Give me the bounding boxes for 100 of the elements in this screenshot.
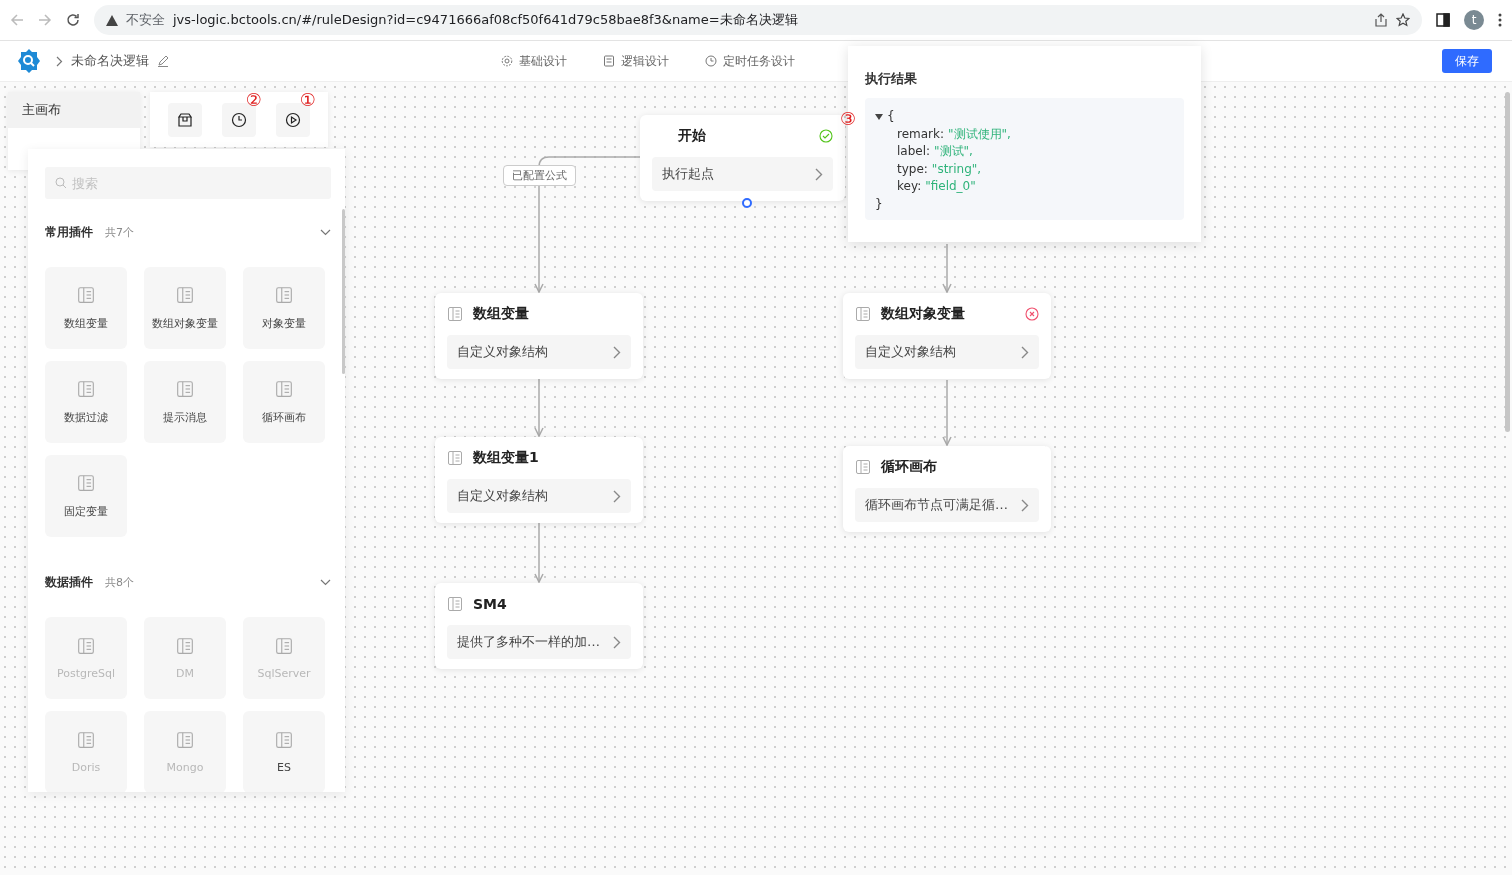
json-brace: } (875, 195, 883, 213)
json-key: key: (897, 178, 922, 196)
chevron-down-icon[interactable] (320, 228, 331, 236)
panel-icon (176, 285, 194, 304)
json-brace: { (887, 108, 895, 125)
chevron-right-icon (613, 635, 621, 649)
chevron-right-icon (1021, 498, 1029, 512)
save-button[interactable]: 保存 (1442, 49, 1492, 73)
canvas-tab[interactable]: 主画布 (8, 92, 140, 128)
annotation-marker: ① (299, 90, 316, 109)
sidebar-icon[interactable] (1436, 13, 1450, 27)
json-key: remark: (897, 125, 945, 143)
json-value: "field_0" (925, 178, 976, 195)
plugin-item[interactable]: 固定变量 (45, 455, 127, 537)
document-icon (603, 55, 615, 67)
box-icon (177, 111, 193, 128)
panel-icon (176, 636, 194, 655)
plugin-item[interactable]: 数组变量 (45, 267, 127, 349)
chevron-right-icon (613, 345, 621, 359)
address-bar[interactable]: 不安全 jvs-logic.bctools.cn/#/ruleDesign?id=c9471666af08cf50f641d79c58bae8f3&name=未命名决逻辑 (94, 5, 1422, 35)
connector-arrow (942, 379, 952, 447)
panel-icon (855, 306, 871, 322)
share-icon[interactable] (1374, 13, 1388, 27)
play-icon (285, 111, 301, 128)
popup-title: 执行结果 (865, 70, 918, 88)
node-detail-row[interactable]: 执行起点 (652, 157, 833, 191)
panel-icon (275, 730, 293, 749)
clock-icon (705, 55, 717, 67)
security-label: 不安全 (126, 11, 165, 29)
connection-port[interactable] (742, 198, 752, 208)
star-icon[interactable] (1396, 13, 1410, 27)
panel-icon (447, 306, 463, 322)
panel-icon (275, 636, 293, 655)
panel-icon (176, 379, 194, 398)
node-title: SM4 (473, 596, 508, 612)
design-tab[interactable]: 定时任务设计 (705, 52, 795, 70)
chevron-right-icon (815, 167, 823, 181)
app-logo[interactable] (16, 48, 42, 74)
panel-icon (77, 379, 95, 398)
flow-node[interactable]: SM4 提供了多种不一样的加… (435, 583, 643, 669)
plugin-item[interactable]: ES (243, 711, 325, 792)
design-tab[interactable]: 基础设计 (501, 52, 567, 70)
annotation-marker: ② (245, 90, 262, 109)
node-title: 数组变量1 (473, 449, 540, 467)
panel-icon (77, 730, 95, 749)
search-icon (55, 177, 67, 189)
panel-icon (447, 596, 463, 612)
breadcrumb-chevron-icon (56, 55, 63, 67)
plugin-item[interactable]: 循环画布 (243, 361, 325, 443)
chevron-right-icon (613, 489, 621, 503)
edge-label: 已配置公式 (503, 165, 576, 186)
json-key: type: (897, 160, 928, 178)
node-title: 数组对象变量 (881, 305, 966, 323)
group-count: 共8个 (105, 574, 135, 590)
panel-icon (176, 730, 194, 749)
json-key: label: (897, 143, 931, 161)
warning-icon (106, 14, 118, 26)
connector-arrow (942, 243, 952, 294)
gear-icon (501, 55, 513, 67)
plugin-item[interactable]: 数组对象变量 (144, 267, 226, 349)
flow-node[interactable]: 数组变量 自定义对象结构 (435, 293, 643, 379)
logic-title: 未命名决逻辑 (71, 52, 149, 70)
flow-node[interactable]: 数组变量1 自定义对象结构 (435, 437, 643, 523)
panel-icon (275, 379, 293, 398)
url-text: jvs-logic.bctools.cn/#/ruleDesign?id=c9471666af08cf50f641d79c58bae8f3&name=未命名决逻辑 (173, 11, 798, 29)
profile-avatar[interactable]: t (1464, 10, 1484, 30)
flow-node[interactable]: 数组对象变量 自定义对象结构 (843, 293, 1051, 379)
json-value: "测试使用", (948, 125, 1011, 143)
collapse-caret-icon[interactable] (875, 113, 883, 120)
panel-icon (77, 285, 95, 304)
group-title: 常用插件 (45, 223, 93, 241)
clock-icon (231, 111, 247, 128)
panel-icon (275, 285, 293, 304)
panel-icon (447, 450, 463, 466)
node-detail-row[interactable]: 自定义对象结构 (855, 335, 1039, 369)
connector-arrow (534, 522, 544, 584)
plugin-item[interactable]: 对象变量 (243, 267, 325, 349)
chevron-down-icon[interactable] (320, 578, 331, 586)
edit-icon[interactable] (157, 55, 169, 67)
node-detail-row[interactable]: 提供了多种不一样的加… (447, 625, 631, 659)
plugin-item[interactable]: 数据过滤 (45, 361, 127, 443)
design-tab[interactable]: 逻辑设计 (603, 52, 669, 70)
flow-node[interactable]: 循环画布 循环画布节点可满足循… (843, 446, 1051, 532)
more-icon[interactable] (1498, 13, 1502, 27)
reload-icon[interactable] (66, 13, 80, 27)
node-title: 开始 (678, 127, 707, 145)
node-title: 数组变量 (473, 305, 530, 323)
chevron-right-icon (1021, 345, 1029, 359)
node-detail-row[interactable]: 自定义对象结构 (447, 335, 631, 369)
json-value: "测试", (934, 143, 973, 160)
node-title: 循环画布 (881, 458, 938, 476)
panel-icon (77, 473, 95, 492)
panel-icon (77, 636, 95, 655)
node-detail-row[interactable]: 自定义对象结构 (447, 479, 631, 513)
panel-icon (855, 459, 871, 475)
node-detail-row[interactable]: 循环画布节点可满足循… (855, 488, 1039, 522)
group-title: 数据插件 (45, 573, 93, 591)
plugin-item[interactable]: 提示消息 (144, 361, 226, 443)
group-count: 共7个 (105, 224, 135, 240)
json-value: "string", (931, 160, 982, 178)
